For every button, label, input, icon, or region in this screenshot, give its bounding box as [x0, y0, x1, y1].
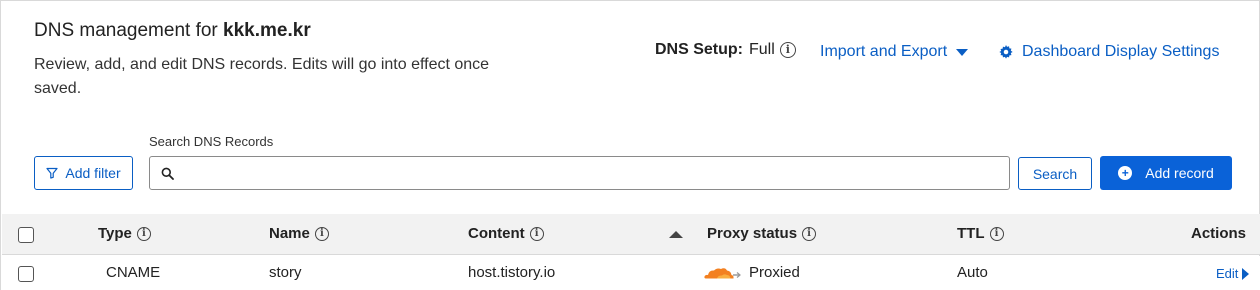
add-record-label: Add record [1145, 165, 1214, 181]
search-button[interactable]: Search [1018, 157, 1092, 190]
record-ttl: Auto [957, 264, 988, 281]
column-label-proxy-status: Proxy status [707, 225, 798, 242]
record-proxy-status: Proxied [703, 264, 800, 281]
info-icon[interactable]: i [802, 226, 817, 241]
dns-setup-value: Full [749, 41, 775, 58]
gear-icon [999, 45, 1013, 59]
filter-icon [46, 167, 58, 179]
info-icon[interactable]: i [989, 226, 1004, 241]
record-type: CNAME [106, 264, 161, 281]
orange-cloud-icon [704, 267, 741, 278]
column-label-name: Name [269, 225, 310, 242]
add-filter-label: Add filter [65, 165, 121, 181]
add-record-button[interactable]: + Add record [1100, 156, 1232, 190]
title-prefix: DNS management for [34, 20, 218, 41]
select-all-checkbox[interactable] [18, 227, 34, 243]
column-label-type: Type [98, 225, 132, 242]
search-label: Search DNS Records [149, 134, 274, 149]
domain-name: kkk.me.kr [223, 20, 311, 41]
column-header-ttl[interactable]: TTL i [957, 225, 1004, 242]
column-header-content[interactable]: Content i [468, 225, 544, 242]
column-label-actions: Actions [1191, 225, 1247, 242]
table-header: Type i Name i Content i Proxy status i T… [2, 214, 1260, 255]
column-header-type[interactable]: Type i [98, 225, 151, 242]
search-icon [161, 167, 174, 180]
column-header-proxy-status[interactable]: Proxy status i [707, 225, 817, 242]
column-header-actions: Actions [1191, 225, 1246, 242]
edit-label: Edit [1216, 266, 1239, 281]
page-description: Review, add, and edit DNS records. Edits… [34, 56, 490, 97]
caret-right-icon [1242, 267, 1250, 280]
proxy-status-label: Proxied [749, 264, 800, 281]
dns-setup-status: DNS Setup: Full i [655, 41, 796, 59]
search-button-label: Search [1032, 165, 1078, 182]
column-label-ttl: TTL [957, 225, 985, 242]
page-title: DNS management for kkk.me.kr [34, 20, 311, 42]
plus-circle-icon: + [1118, 166, 1133, 180]
dns-management-card: DNS management for kkk.me.kr Review, add… [0, 0, 1260, 290]
search-input[interactable] [180, 158, 1009, 188]
dashboard-display-settings-button[interactable]: Dashboard Display Settings [999, 43, 1219, 61]
add-filter-button[interactable]: Add filter [34, 156, 133, 190]
record-content: host.tistory.io [468, 264, 556, 281]
column-label-content: Content [468, 225, 525, 242]
info-icon[interactable]: i [136, 226, 151, 241]
caret-down-icon [956, 48, 969, 56]
edit-record-button[interactable]: Edit [1216, 266, 1250, 281]
table-row: CNAME story host.tistory.io Proxied Auto… [2, 256, 1260, 290]
info-icon[interactable]: i [529, 226, 544, 241]
dns-setup-label: DNS Setup: [655, 41, 743, 58]
dashboard-display-settings-label: Dashboard Display Settings [1022, 43, 1220, 60]
row-checkbox[interactable] [18, 266, 34, 282]
info-icon[interactable]: i [779, 42, 796, 58]
column-header-name[interactable]: Name i [269, 225, 329, 242]
import-export-button[interactable]: Import and Export [820, 43, 969, 61]
sort-ascending-icon[interactable] [669, 231, 683, 238]
search-dns-records-field[interactable] [149, 156, 1010, 190]
info-icon[interactable]: i [314, 226, 329, 241]
import-export-label: Import and Export [820, 43, 948, 60]
record-name: story [269, 264, 302, 281]
